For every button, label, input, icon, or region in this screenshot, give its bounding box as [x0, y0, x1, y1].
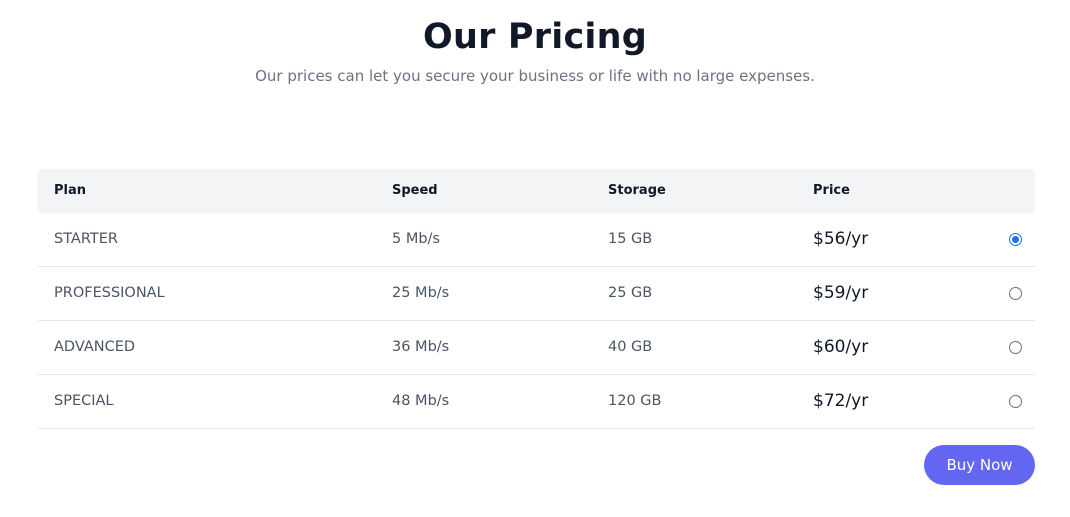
plan-speed: 36 Mb/s	[392, 339, 450, 355]
plan-price: $59/yr	[813, 283, 869, 303]
pricing-header: Our Pricing Our prices can let you secur…	[0, 14, 1070, 86]
plan-storage: 15 GB	[608, 231, 653, 247]
table-row-professional[interactable]: PROFESSIONAL 25 Mb/s 25 GB $59/yr	[38, 267, 1035, 321]
column-header-plan: Plan	[54, 183, 87, 198]
page-title: Our Pricing	[423, 17, 647, 57]
plan-storage: 120 GB	[608, 393, 662, 409]
plan-radio-starter[interactable]	[1009, 233, 1022, 246]
plan-radio-advanced[interactable]	[1009, 341, 1022, 354]
table-row-special[interactable]: SPECIAL 48 Mb/s 120 GB $72/yr	[38, 375, 1035, 429]
plan-speed: 48 Mb/s	[392, 393, 450, 409]
page-subtitle: Our prices can let you secure your busin…	[255, 67, 815, 85]
plan-speed: 5 Mb/s	[392, 231, 440, 247]
column-header-price: Price	[813, 183, 850, 198]
plan-storage: 40 GB	[608, 339, 653, 355]
plan-name: ADVANCED	[54, 339, 136, 355]
pricing-page: Our Pricing Our prices can let you secur…	[0, 0, 1070, 517]
plan-name: PROFESSIONAL	[54, 285, 165, 301]
table-row-starter[interactable]: STARTER 5 Mb/s 15 GB $56/yr	[38, 213, 1035, 267]
pricing-table: Plan Speed Storage Price STARTER 5 Mb/s …	[38, 169, 1035, 429]
plan-name: SPECIAL	[54, 393, 114, 409]
plan-radio-professional[interactable]	[1009, 287, 1022, 300]
plan-price: $56/yr	[813, 229, 869, 249]
plan-radio-special[interactable]	[1009, 395, 1022, 408]
plan-name: STARTER	[54, 231, 118, 247]
plan-speed: 25 Mb/s	[392, 285, 450, 301]
table-row-advanced[interactable]: ADVANCED 36 Mb/s 40 GB $60/yr	[38, 321, 1035, 375]
column-header-speed: Speed	[392, 183, 438, 198]
table-header: Plan Speed Storage Price	[38, 169, 1035, 213]
column-header-storage: Storage	[608, 183, 666, 198]
buy-now-button[interactable]: Buy Now	[924, 445, 1035, 485]
plan-price: $72/yr	[813, 391, 869, 411]
plan-storage: 25 GB	[608, 285, 653, 301]
plan-price: $60/yr	[813, 337, 869, 357]
